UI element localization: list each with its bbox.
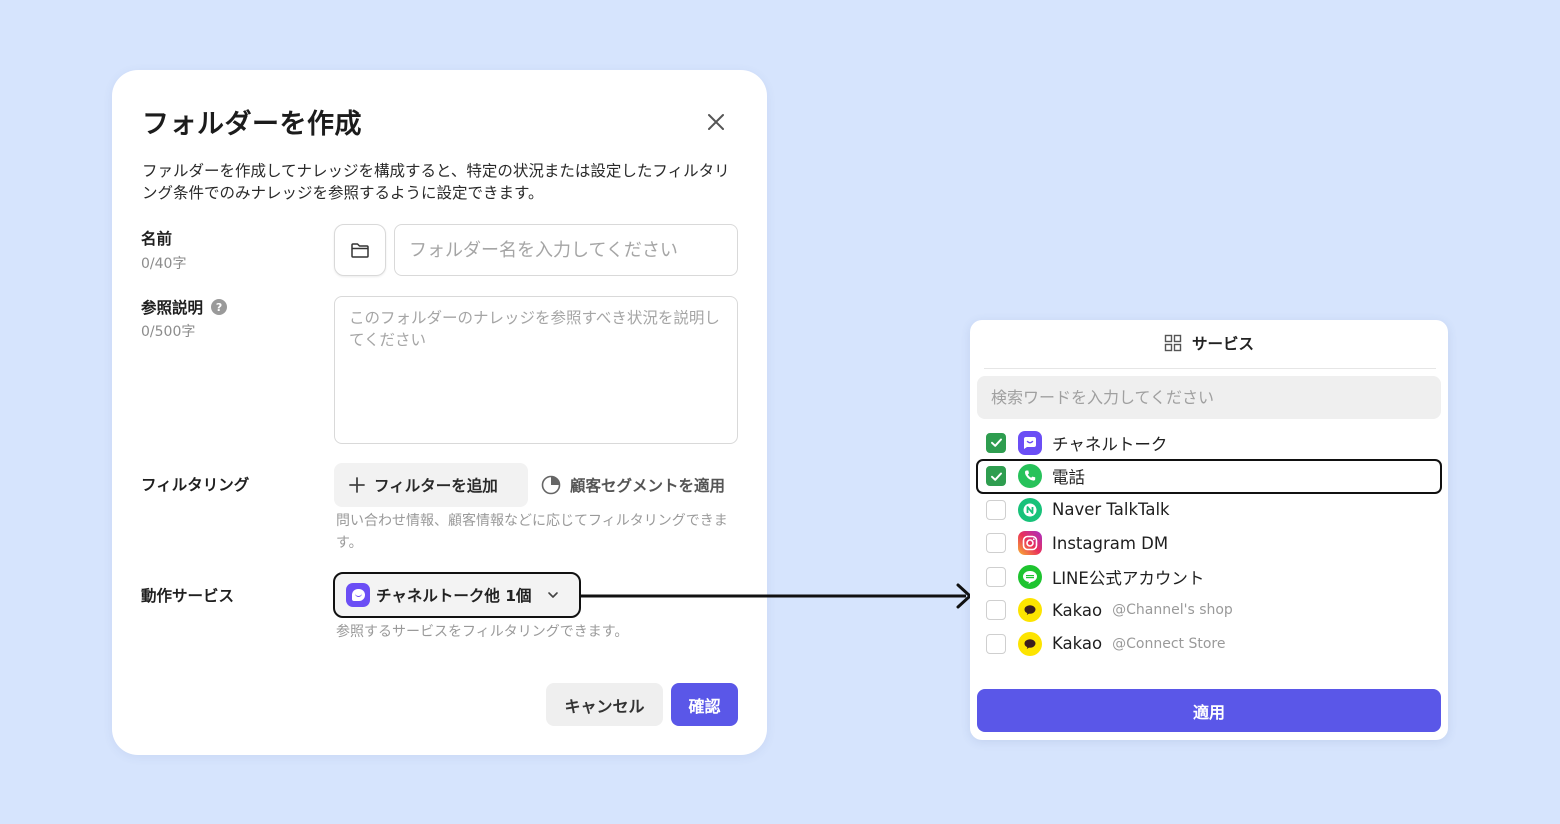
service-dropdown-value: チャネルトーク他 1個 bbox=[376, 587, 532, 605]
checkbox[interactable] bbox=[986, 633, 1006, 654]
checkbox[interactable] bbox=[986, 466, 1006, 487]
channel-talk-icon bbox=[346, 583, 370, 607]
create-folder-dialog: フォルダーを作成 ファルダーを作成してナレッジを構成すると、特定の状況または設定… bbox=[112, 70, 767, 755]
filtering-label: フィルタリング bbox=[141, 473, 249, 495]
service-name: LINE公式アカウント bbox=[1052, 568, 1205, 588]
service-name: Naver TalkTalk bbox=[1052, 500, 1170, 520]
name-label: 名前 bbox=[141, 227, 172, 249]
service-item-channel-talk[interactable]: チャネルトーク bbox=[977, 426, 1441, 460]
checkbox[interactable] bbox=[986, 600, 1006, 621]
service-label-text: 動作サービス bbox=[141, 587, 235, 605]
reference-label-text: 参照説明 bbox=[141, 299, 204, 317]
folder-name-input[interactable] bbox=[394, 224, 738, 276]
reference-description-textarea[interactable] bbox=[334, 296, 738, 444]
close-button[interactable] bbox=[702, 108, 730, 136]
apply-segment-button[interactable]: 顧客セグメントを適用 bbox=[540, 473, 725, 497]
phone-icon bbox=[1018, 464, 1042, 489]
grid-icon bbox=[1164, 334, 1182, 352]
line-icon bbox=[1018, 564, 1042, 589]
apply-segment-label: 顧客セグメントを適用 bbox=[570, 477, 726, 495]
checkbox[interactable] bbox=[986, 533, 1006, 554]
add-filter-button[interactable]: フィルターを追加 bbox=[334, 463, 528, 507]
service-item-kakao-connect-store[interactable]: Kakao @Connect Store bbox=[977, 627, 1441, 661]
service-name: チャネルトーク bbox=[1052, 434, 1168, 454]
check-icon bbox=[990, 472, 1002, 481]
dialog-title: フォルダーを作成 bbox=[142, 109, 362, 140]
check-icon bbox=[990, 438, 1002, 448]
naver-talktalk-icon bbox=[1018, 497, 1042, 522]
apply-button[interactable]: 適用 bbox=[977, 689, 1441, 732]
checkbox[interactable] bbox=[986, 566, 1006, 587]
service-list: チャネルトーク 電話 Naver TalkTalk Instagram DM L… bbox=[976, 426, 1442, 661]
service-item-line[interactable]: LINE公式アカウント bbox=[977, 560, 1441, 594]
filter-hint: 問い合わせ情報、顧客情報などに応じてフィルタリングできます。 bbox=[336, 513, 728, 551]
name-label-text: 名前 bbox=[141, 230, 173, 248]
service-hint: 参照するサービスをフィルタリングできます。 bbox=[336, 624, 629, 640]
kakao-icon bbox=[1018, 598, 1042, 623]
cancel-button[interactable]: キャンセル bbox=[546, 683, 663, 726]
divider bbox=[984, 368, 1436, 369]
name-char-count: 0/40字 bbox=[141, 256, 187, 272]
checkbox[interactable] bbox=[986, 499, 1006, 520]
chevron-down-icon bbox=[547, 592, 558, 598]
service-label: 動作サービス bbox=[141, 584, 234, 606]
help-icon[interactable]: ? bbox=[211, 299, 228, 315]
kakao-icon bbox=[1018, 631, 1042, 656]
instagram-icon bbox=[1018, 531, 1042, 556]
service-name: Kakao bbox=[1052, 634, 1103, 654]
close-icon bbox=[708, 114, 724, 130]
service-item-kakao-channels-shop[interactable]: Kakao @Channel's shop bbox=[977, 594, 1441, 628]
add-filter-label: フィルターを追加 bbox=[374, 478, 498, 495]
service-name: 電話 bbox=[1052, 468, 1085, 488]
dialog-description: ファルダーを作成してナレッジを構成すると、特定の状況または設定したフィルタリング… bbox=[142, 162, 730, 202]
service-name: Kakao bbox=[1052, 600, 1103, 620]
checkbox[interactable] bbox=[986, 432, 1006, 453]
panel-title: サービス bbox=[1191, 335, 1254, 353]
service-account: @Channel's shop bbox=[1112, 602, 1233, 619]
reference-label: 参照説明 ? bbox=[141, 296, 228, 318]
pie-chart-icon bbox=[541, 475, 561, 495]
service-account: @Connect Store bbox=[1112, 635, 1226, 652]
folder-icon bbox=[351, 243, 369, 258]
service-picker-panel: サービス チャネルトーク 電話 bbox=[970, 320, 1448, 740]
service-item-instagram[interactable]: Instagram DM bbox=[977, 527, 1441, 561]
service-item-phone[interactable]: 電話 bbox=[976, 458, 1442, 494]
panel-header: サービス bbox=[970, 320, 1448, 366]
filtering-label-text: フィルタリング bbox=[141, 476, 250, 494]
service-search-input[interactable] bbox=[977, 376, 1441, 419]
service-item-naver-talktalk[interactable]: Naver TalkTalk bbox=[977, 493, 1441, 527]
confirm-button[interactable]: 確認 bbox=[671, 683, 738, 726]
connector-arrow bbox=[580, 583, 972, 609]
service-name: Instagram DM bbox=[1052, 533, 1169, 553]
folder-icon-button[interactable] bbox=[334, 224, 386, 276]
service-dropdown[interactable]: チャネルトーク他 1個 bbox=[333, 572, 581, 618]
reference-char-count: 0/500字 bbox=[141, 324, 196, 340]
plus-icon bbox=[349, 477, 365, 493]
channel-talk-icon bbox=[1018, 430, 1042, 455]
